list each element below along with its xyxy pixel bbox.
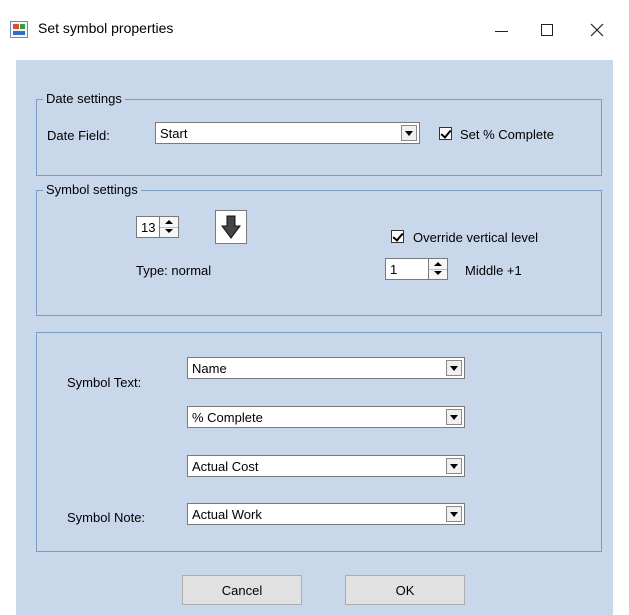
app-icon	[10, 21, 28, 38]
symbol-settings-group: Symbol settings 13 Type: normal Override…	[36, 182, 602, 316]
ok-button[interactable]: OK	[345, 575, 465, 605]
symbol-type-label: Type: normal	[136, 263, 212, 278]
symbol-text-dropdown-1[interactable]: Name	[187, 357, 465, 379]
vertical-level-description: Middle +1	[465, 263, 522, 278]
chevron-down-icon[interactable]	[446, 506, 462, 522]
chevron-down-icon[interactable]	[446, 458, 462, 474]
down-arrow-icon	[221, 215, 241, 239]
symbol-settings-legend: Symbol settings	[43, 182, 141, 197]
symbol-note-dropdown[interactable]: Actual Work	[187, 503, 465, 525]
symbol-size-value: 13	[141, 220, 156, 235]
close-icon	[590, 23, 604, 37]
date-settings-group: Date settings Date Field: Start Set % Co…	[36, 91, 602, 176]
spin-down-arrow-icon[interactable]	[429, 269, 447, 279]
override-vertical-checkbox[interactable]	[391, 230, 404, 243]
maximize-icon	[541, 24, 553, 36]
date-settings-legend: Date settings	[43, 91, 125, 106]
symbol-note-label: Symbol Note:	[67, 510, 146, 525]
symbol-text-value-1: Name	[192, 361, 227, 376]
title-bar: Set symbol properties	[0, 0, 629, 60]
set-complete-label: Set % Complete	[460, 127, 554, 142]
chevron-down-icon[interactable]	[446, 409, 462, 425]
minimize-button[interactable]	[478, 10, 524, 50]
minimize-icon	[494, 30, 508, 32]
date-field-label: Date Field:	[47, 128, 110, 143]
text-settings-group: Symbol Text: Name % Complete Actual Cost…	[36, 332, 602, 552]
window-title: Set symbol properties	[38, 20, 174, 36]
maximize-button[interactable]	[524, 10, 570, 50]
dialog-body: Date settings Date Field: Start Set % Co…	[16, 60, 613, 615]
symbol-note-value: Actual Work	[192, 507, 262, 522]
override-vertical-label: Override vertical level	[413, 230, 538, 245]
symbol-size-spinner[interactable]: 13	[136, 216, 179, 238]
cancel-button[interactable]: Cancel	[182, 575, 302, 605]
symbol-text-value-3: Actual Cost	[192, 459, 259, 474]
symbol-text-value-2: % Complete	[192, 410, 263, 425]
vertical-level-value: 1	[390, 262, 398, 277]
symbol-text-dropdown-2[interactable]: % Complete	[187, 406, 465, 428]
symbol-text-label: Symbol Text:	[67, 375, 142, 390]
date-field-dropdown[interactable]: Start	[155, 122, 420, 144]
symbol-picker-button[interactable]	[215, 210, 247, 244]
symbol-text-dropdown-3[interactable]: Actual Cost	[187, 455, 465, 477]
chevron-down-icon[interactable]	[446, 360, 462, 376]
spinner-buttons	[428, 259, 447, 279]
spin-down-arrow-icon[interactable]	[160, 227, 178, 237]
vertical-level-spinner[interactable]: 1	[385, 258, 448, 280]
set-complete-checkbox[interactable]	[439, 127, 452, 140]
date-field-value: Start	[160, 126, 188, 141]
close-button[interactable]	[574, 10, 620, 50]
chevron-down-icon[interactable]	[401, 125, 417, 141]
spinner-buttons	[159, 217, 178, 237]
